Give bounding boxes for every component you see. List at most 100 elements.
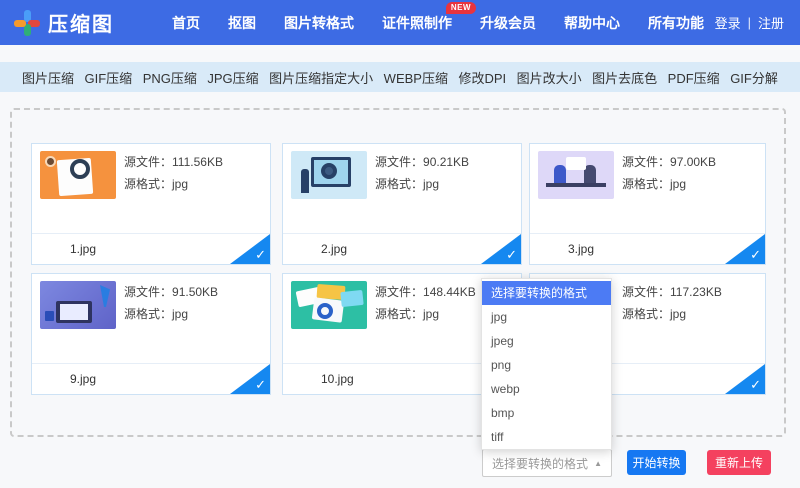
tab-jpg-compress[interactable]: JPG压缩 bbox=[207, 68, 258, 87]
start-convert-button[interactable]: 开始转换 bbox=[627, 450, 686, 475]
dropdown-arrow-icon: ▲ bbox=[594, 458, 602, 468]
card-footer: 3.jpg ✓ bbox=[530, 233, 765, 264]
tab-webp-compress[interactable]: WEBP压缩 bbox=[384, 68, 448, 87]
tab-png-compress[interactable]: PNG压缩 bbox=[143, 68, 197, 87]
dropdown-option-bmp[interactable]: bmp bbox=[482, 401, 611, 425]
tab-image-compress[interactable]: 图片压缩 bbox=[22, 68, 74, 87]
selected-checkmark[interactable]: ✓ bbox=[230, 364, 270, 394]
source-file-size: 97.00KB bbox=[670, 155, 717, 169]
source-format-value: jpg bbox=[670, 177, 687, 191]
login-link[interactable]: 登录 bbox=[715, 13, 741, 32]
file-card-1: 源文件：111.56KB 源格式：jpg 1.jpg ✓ bbox=[31, 143, 271, 265]
thumbnail-id-cards-illustration bbox=[291, 281, 367, 329]
auth-links: 登录 | 注册 bbox=[715, 13, 784, 32]
nav-item-convert-format[interactable]: 图片转格式 bbox=[284, 13, 354, 33]
filename: 2.jpg bbox=[321, 242, 348, 256]
source-format-label: 源格式： bbox=[375, 307, 424, 321]
card-footer: 2.jpg ✓ bbox=[283, 233, 521, 264]
file-info: 源文件：97.00KB 源格式：jpg bbox=[622, 154, 716, 198]
tab-compress-to-size[interactable]: 图片压缩指定大小 bbox=[269, 68, 373, 87]
tab-pdf-compress[interactable]: PDF压缩 bbox=[668, 68, 720, 87]
filename: 3.jpg bbox=[568, 242, 595, 256]
plus-logo-icon bbox=[14, 9, 40, 36]
source-file-size: 148.44KB bbox=[423, 285, 476, 299]
source-format-value: jpg bbox=[423, 307, 440, 321]
thumbnail-meeting-illustration bbox=[538, 151, 614, 199]
upload-drop-area[interactable]: 源文件：111.56KB 源格式：jpg 1.jpg ✓ 源文件：90.21KB… bbox=[10, 108, 786, 437]
source-file-label: 源文件： bbox=[124, 285, 173, 299]
file-card-2: 源文件：90.21KB 源格式：jpg 2.jpg ✓ bbox=[282, 143, 522, 265]
format-select-placeholder: 选择要转换的格式 bbox=[492, 456, 589, 471]
source-file-size: 90.21KB bbox=[423, 155, 470, 169]
register-link[interactable]: 注册 bbox=[758, 13, 784, 32]
source-file-label: 源文件： bbox=[622, 285, 671, 299]
nav-item-home[interactable]: 首页 bbox=[172, 13, 200, 33]
file-card-3: 源文件：97.00KB 源格式：jpg 3.jpg ✓ bbox=[529, 143, 766, 265]
source-format-label: 源格式： bbox=[375, 177, 424, 191]
compress-image-app: 压缩图 首页 抠图 图片转格式 证件照制作 NEW 升级会员 帮助中心 所有功能 … bbox=[0, 0, 800, 488]
dropdown-option-jpeg[interactable]: jpeg bbox=[482, 329, 611, 353]
card-footer: 9.jpg ✓ bbox=[32, 363, 270, 394]
top-navbar: 压缩图 首页 抠图 图片转格式 证件照制作 NEW 升级会员 帮助中心 所有功能 … bbox=[0, 0, 800, 45]
source-file-label: 源文件： bbox=[124, 155, 173, 169]
source-format-value: jpg bbox=[172, 177, 189, 191]
tab-gif-compress[interactable]: GIF压缩 bbox=[85, 68, 133, 87]
nav-item-all-features[interactable]: 所有功能 bbox=[648, 13, 704, 33]
source-format-label: 源格式： bbox=[124, 307, 173, 321]
tab-resize-image[interactable]: 图片改大小 bbox=[517, 68, 582, 87]
file-info: 源文件：117.23KB 源格式：jpg bbox=[622, 284, 722, 328]
dropdown-header[interactable]: 选择要转换的格式 bbox=[482, 281, 611, 305]
thumbnail-screen-person-illustration bbox=[291, 151, 367, 199]
source-format-value: jpg bbox=[423, 177, 440, 191]
selected-checkmark[interactable]: ✓ bbox=[481, 234, 521, 264]
filename: 9.jpg bbox=[70, 372, 97, 386]
file-info: 源文件：91.50KB 源格式：jpg bbox=[124, 284, 218, 328]
tab-gif-split[interactable]: GIF分解 bbox=[730, 68, 778, 87]
nav-item-matting[interactable]: 抠图 bbox=[228, 13, 256, 33]
check-icon: ✓ bbox=[255, 247, 266, 262]
format-select-input[interactable]: 选择要转换的格式 ▲ bbox=[482, 449, 612, 477]
selected-checkmark[interactable]: ✓ bbox=[230, 234, 270, 264]
dropdown-option-tiff[interactable]: tiff bbox=[482, 425, 611, 449]
filename: 10.jpg bbox=[321, 372, 354, 386]
tool-tabbar: 图片压缩 GIF压缩 PNG压缩 JPG压缩 图片压缩指定大小 WEBP压缩 修… bbox=[0, 62, 800, 92]
file-info: 源文件：90.21KB 源格式：jpg bbox=[375, 154, 469, 198]
format-dropdown-panel: 选择要转换的格式 jpg jpeg png webp bmp tiff bbox=[481, 278, 612, 450]
check-icon: ✓ bbox=[506, 247, 517, 262]
source-file-size: 111.56KB bbox=[172, 155, 223, 169]
source-file-label: 源文件： bbox=[622, 155, 671, 169]
brand-logo[interactable]: 压缩图 bbox=[0, 8, 150, 37]
file-card-4: 源文件：91.50KB 源格式：jpg 9.jpg ✓ bbox=[31, 273, 271, 395]
source-format-value: jpg bbox=[670, 307, 687, 321]
card-footer: 1.jpg ✓ bbox=[32, 233, 270, 264]
selected-checkmark[interactable]: ✓ bbox=[725, 364, 765, 394]
check-icon: ✓ bbox=[750, 247, 761, 262]
selected-checkmark[interactable]: ✓ bbox=[725, 234, 765, 264]
tab-change-dpi[interactable]: 修改DPI bbox=[458, 68, 506, 87]
source-format-value: jpg bbox=[172, 307, 189, 321]
new-badge: NEW bbox=[445, 1, 476, 14]
source-file-label: 源文件： bbox=[375, 285, 424, 299]
source-file-size: 91.50KB bbox=[172, 285, 219, 299]
tab-remove-background[interactable]: 图片去底色 bbox=[592, 68, 657, 87]
file-info: 源文件：111.56KB 源格式：jpg bbox=[124, 154, 223, 198]
brand-title: 压缩图 bbox=[48, 14, 114, 36]
nav-item-id-photo[interactable]: 证件照制作 NEW bbox=[382, 1, 476, 33]
source-format-label: 源格式： bbox=[622, 307, 671, 321]
source-file-size: 117.23KB bbox=[670, 285, 722, 299]
file-info: 源文件：148.44KB 源格式：jpg bbox=[375, 284, 476, 328]
nav-item-upgrade-vip[interactable]: 升级会员 bbox=[480, 13, 536, 33]
dropdown-option-png[interactable]: png bbox=[482, 353, 611, 377]
main-nav: 首页 抠图 图片转格式 证件照制作 NEW 升级会员 帮助中心 所有功能 bbox=[172, 1, 704, 33]
filename: 1.jpg bbox=[70, 242, 97, 256]
dropdown-option-jpg[interactable]: jpg bbox=[482, 305, 611, 329]
source-format-label: 源格式： bbox=[124, 177, 173, 191]
reupload-button[interactable]: 重新上传 bbox=[707, 450, 771, 475]
check-icon: ✓ bbox=[255, 377, 266, 392]
nav-item-help-center[interactable]: 帮助中心 bbox=[564, 13, 620, 33]
thumbnail-document-search-illustration bbox=[40, 151, 116, 199]
source-format-label: 源格式： bbox=[622, 177, 671, 191]
dropdown-option-webp[interactable]: webp bbox=[482, 377, 611, 401]
thumbnail-laptop-illustration bbox=[40, 281, 116, 329]
auth-divider: | bbox=[747, 15, 751, 30]
